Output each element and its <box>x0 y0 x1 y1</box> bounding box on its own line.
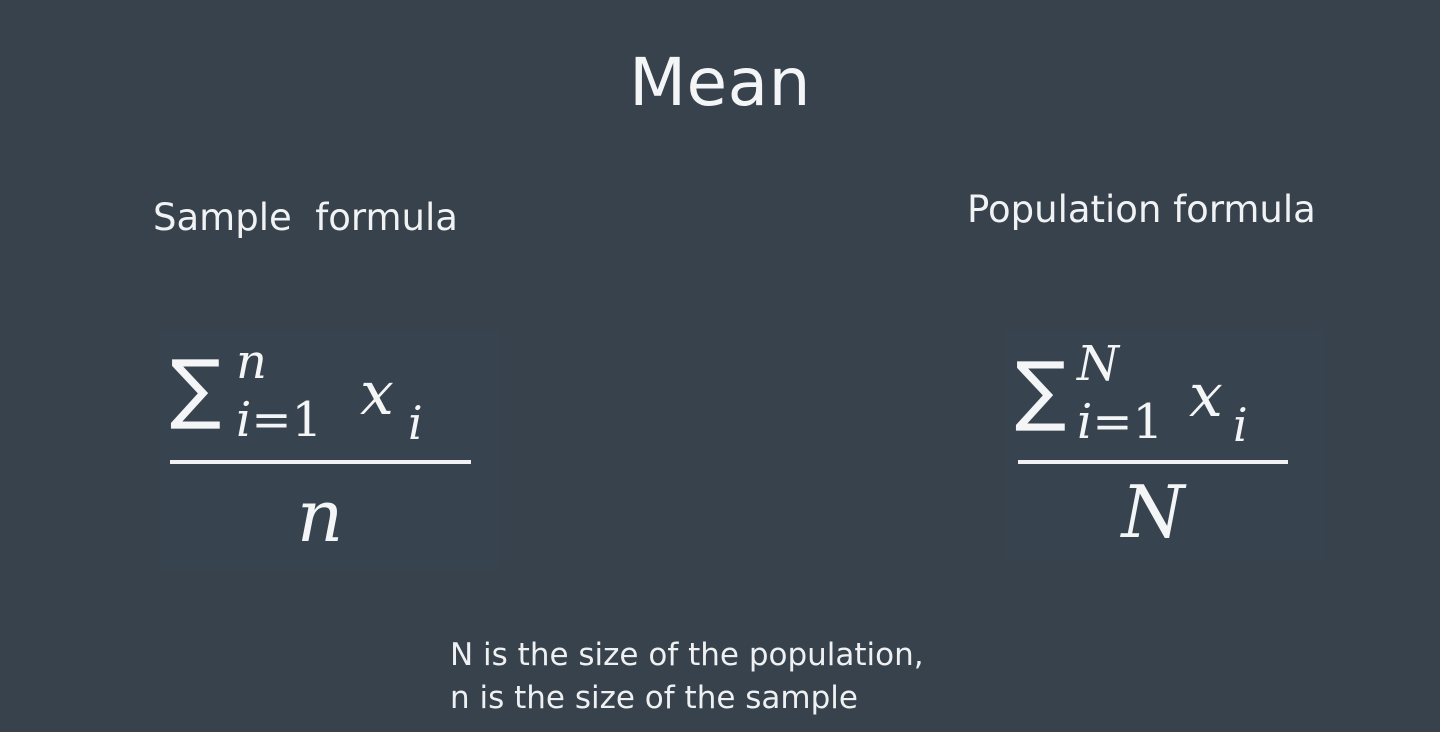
index-start: =1 <box>251 392 323 448</box>
index-variable: i <box>236 392 252 448</box>
slide: Mean Sample formula Population formula ∑… <box>0 0 1440 732</box>
summation-lower-limit: i=1 <box>236 396 322 444</box>
summation-symbol: ∑ <box>170 343 222 432</box>
summation-lower-limit: i=1 <box>1077 398 1163 446</box>
sample-formula-label: Sample formula <box>153 196 458 239</box>
summation-upper-limit: n <box>236 334 267 390</box>
index-start: =1 <box>1092 394 1164 450</box>
formula-denominator: n <box>296 474 344 558</box>
definition-note: N is the size of the population, n is th… <box>450 634 924 720</box>
fraction-bar <box>170 460 471 464</box>
slide-title: Mean <box>629 44 811 121</box>
summand-variable: x <box>360 359 394 429</box>
sample-mean-formula: ∑ n i=1 x i n <box>160 330 500 570</box>
population-mean-formula: ∑ N i=1 x i N <box>1005 330 1325 560</box>
summation-upper-limit: N <box>1077 336 1119 392</box>
summand-variable: x <box>1189 361 1223 431</box>
population-formula-label: Population formula <box>967 188 1316 231</box>
formula-denominator: N <box>1121 470 1185 554</box>
summand-subscript: i <box>408 396 423 450</box>
note-line-population: N is the size of the population, <box>450 637 924 673</box>
fraction-bar <box>1018 460 1288 464</box>
summand-subscript: i <box>1233 398 1248 452</box>
note-line-sample: n is the size of the sample <box>450 680 858 716</box>
index-variable: i <box>1077 394 1093 450</box>
summation-symbol: ∑ <box>1015 345 1067 434</box>
